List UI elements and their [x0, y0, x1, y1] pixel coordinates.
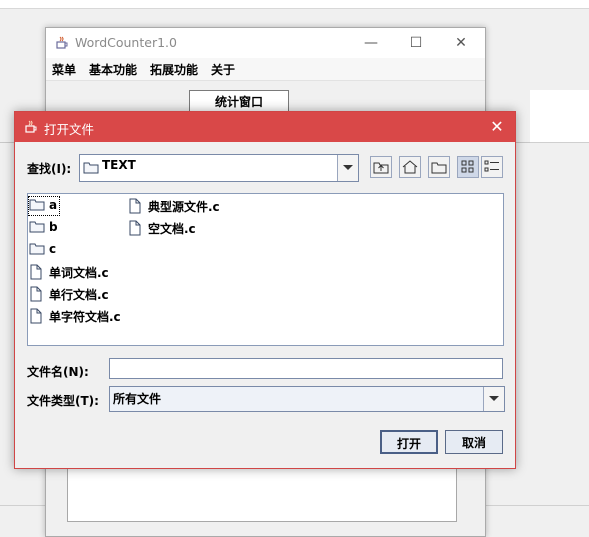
filetype-label: 文件类型(T): — [27, 394, 99, 408]
minimize-icon[interactable]: — — [357, 32, 385, 54]
java-icon — [56, 36, 68, 49]
list-item[interactable]: 空文档.c — [128, 219, 208, 237]
filename-label: 文件名(N): — [27, 365, 89, 379]
up-folder-icon[interactable] — [370, 156, 392, 178]
list-item[interactable]: 典型源文件.c — [128, 197, 228, 215]
file-name: 单词文档.c — [49, 266, 109, 280]
menu-bar: 菜单 基本功能 拓展功能 关于 — [46, 58, 485, 81]
file-icon — [129, 220, 141, 236]
filename-input[interactable] — [109, 358, 503, 379]
file-name: 典型源文件.c — [148, 200, 220, 214]
file-name: c — [49, 242, 57, 256]
list-item[interactable]: 单词文档.c — [29, 263, 119, 281]
output-text-area[interactable] — [67, 466, 457, 522]
menu-item-about[interactable]: 关于 — [211, 61, 235, 78]
file-list[interactable]: a b c 单词文档.c 单行文档.c 单字符文档.c 典型源文件.c 空文档.… — [27, 193, 504, 346]
file-icon — [30, 264, 42, 280]
file-name: b — [49, 220, 58, 234]
chevron-down-icon[interactable] — [337, 155, 358, 181]
dialog-title: 打开文件 — [44, 122, 95, 137]
main-title-bar: WordCounter1.0 — ☐ ✕ — [46, 28, 485, 58]
close-icon[interactable]: ✕ — [447, 32, 475, 54]
list-item[interactable]: a — [28, 196, 60, 216]
folder-icon — [83, 162, 99, 174]
details-view-icon[interactable] — [481, 156, 503, 178]
filetype-combo[interactable]: 所有文件 — [109, 386, 505, 412]
menu-item-basic[interactable]: 基本功能 — [89, 61, 137, 78]
file-icon — [129, 198, 141, 214]
maximize-icon[interactable]: ☐ — [402, 32, 430, 54]
new-folder-icon[interactable] — [428, 156, 450, 178]
list-item[interactable]: c — [29, 241, 59, 259]
list-item[interactable]: 单字符文档.c — [29, 307, 129, 325]
cancel-button[interactable]: 取消 — [445, 430, 503, 454]
open-button[interactable]: 打开 — [380, 430, 438, 454]
menu-item-extended[interactable]: 拓展功能 — [150, 61, 198, 78]
list-view-icon[interactable] — [457, 156, 479, 178]
folder-icon — [29, 243, 45, 255]
close-icon[interactable]: ✕ — [485, 116, 509, 138]
folder-icon — [29, 221, 45, 233]
file-icon — [30, 308, 42, 324]
list-item[interactable]: b — [29, 219, 59, 237]
look-in-label: 查找(I): — [27, 162, 72, 176]
background-panel — [530, 90, 589, 143]
main-window-title: WordCounter1.0 — [75, 35, 177, 50]
menu-item-menu[interactable]: 菜单 — [52, 61, 76, 78]
list-item[interactable]: 单行文档.c — [29, 285, 119, 303]
dialog-title-bar: 打开文件 ✕ — [15, 112, 515, 142]
open-file-dialog: 打开文件 ✕ 查找(I): TEXT a b c 单词文档.c 单行文档.c 单… — [14, 111, 516, 469]
file-icon — [30, 286, 42, 302]
look-in-value: TEXT — [102, 158, 136, 172]
look-in-combo[interactable]: TEXT — [79, 154, 359, 182]
desktop-top-strip — [0, 0, 589, 9]
file-name: 空文档.c — [148, 222, 196, 236]
file-name: 单字符文档.c — [49, 310, 121, 324]
filetype-value: 所有文件 — [113, 392, 162, 406]
java-icon — [25, 120, 37, 133]
file-name: 单行文档.c — [49, 288, 109, 302]
home-icon[interactable] — [399, 156, 421, 178]
folder-icon — [29, 199, 45, 211]
file-name: a — [49, 198, 58, 212]
chevron-down-icon[interactable] — [483, 387, 504, 411]
